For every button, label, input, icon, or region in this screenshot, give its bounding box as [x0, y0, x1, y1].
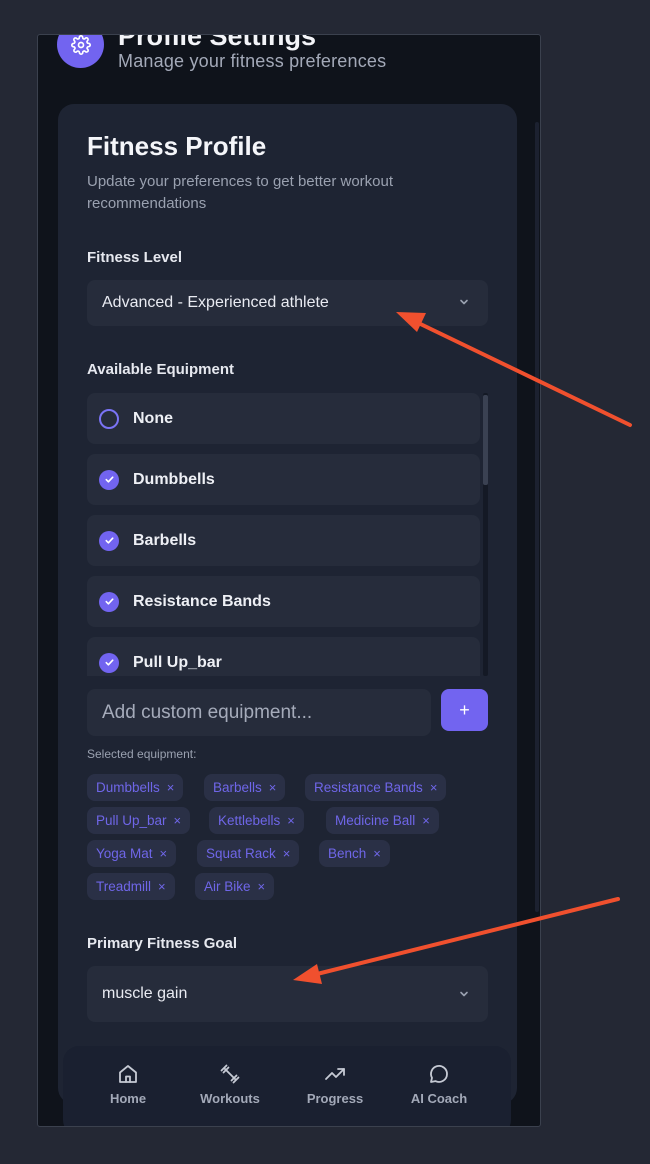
equipment-list: None Dumbbells Barbells Resistance Bands… — [87, 393, 491, 676]
equipment-tag[interactable]: Yoga Mat × — [87, 840, 177, 867]
nav-label: AI Coach — [410, 1091, 468, 1106]
remove-tag-icon[interactable]: × — [158, 879, 166, 894]
card-description: Update your preferences to get better wo… — [87, 173, 394, 212]
selected-equipment-label: Selected equipment: — [87, 747, 197, 761]
home-icon — [119, 1065, 137, 1083]
equipment-item-resistance-bands[interactable]: Resistance Bands — [87, 576, 480, 627]
tag-label: Pull Up_bar — [96, 813, 167, 828]
check-circle-icon — [99, 530, 119, 551]
goal-label: Primary Fitness Goal — [87, 935, 238, 952]
tag-label: Bench — [328, 846, 367, 861]
remove-tag-icon[interactable]: × — [167, 780, 175, 795]
chat-bubble-icon — [430, 1065, 448, 1083]
equipment-item-dumbbells[interactable]: Dumbbells — [87, 454, 480, 505]
nav-label: Progress — [306, 1091, 364, 1106]
tag-label: Treadmill — [96, 879, 152, 894]
goal-select[interactable]: muscle gain — [87, 966, 488, 1022]
trending-up-icon — [325, 1068, 345, 1080]
tag-label: Dumbbells — [96, 780, 160, 795]
remove-tag-icon[interactable]: × — [269, 780, 277, 795]
equipment-item-pull-up-bar[interactable]: Pull Up_bar — [87, 637, 480, 676]
fitness-level-label: Fitness Level — [87, 249, 183, 266]
tag-label: Air Bike — [204, 879, 251, 894]
dumbbell-icon — [220, 1064, 240, 1084]
gear-icon — [57, 35, 104, 68]
check-circle-icon — [99, 469, 119, 490]
tag-label: Yoga Mat — [96, 846, 153, 861]
equipment-item-none[interactable]: None — [87, 393, 480, 444]
equipment-item-label: Barbells — [133, 531, 197, 549]
equipment-tag[interactable]: Pull Up_bar × — [87, 807, 191, 834]
tag-label: Kettlebells — [218, 813, 281, 828]
remove-tag-icon[interactable]: × — [160, 846, 168, 861]
custom-equipment-input[interactable] — [87, 689, 431, 736]
nav-item-progress[interactable]: Progress — [290, 1062, 380, 1106]
equipment-item-label: Dumbbells — [133, 470, 215, 488]
fitness-level-value: Advanced - Experienced athlete — [102, 294, 329, 311]
fitness-profile-card: Fitness Profile Update your preferences … — [58, 104, 517, 1104]
equipment-list-scrollbar[interactable] — [483, 393, 488, 676]
equipment-item-label: Pull Up_bar — [133, 653, 222, 671]
chevron-down-icon — [460, 299, 468, 305]
tag-label: Squat Rack — [206, 846, 276, 861]
equipment-tag[interactable]: Air Bike × — [195, 873, 275, 900]
equipment-tag[interactable]: Dumbbells × — [87, 774, 184, 801]
equipment-tag[interactable]: Medicine Ball × — [326, 807, 439, 834]
check-circle-icon — [99, 652, 119, 673]
equipment-tag[interactable]: Barbells × — [204, 774, 286, 801]
equipment-tag[interactable]: Treadmill × — [87, 873, 175, 900]
equipment-item-label: None — [133, 409, 173, 427]
equipment-tag[interactable]: Kettlebells × — [209, 807, 304, 834]
unchecked-circle-icon — [99, 408, 119, 429]
chevron-down-icon — [460, 991, 468, 997]
equipment-tag[interactable]: Resistance Bands × — [305, 774, 447, 801]
remove-tag-icon[interactable]: × — [287, 813, 295, 828]
page-title: Profile Settings — [118, 34, 317, 51]
remove-tag-icon[interactable]: × — [174, 813, 182, 828]
bottom-navigation: Home Workouts Progress AI Coach — [63, 1046, 511, 1126]
scrollbar-thumb[interactable] — [483, 395, 488, 485]
nav-item-home[interactable]: Home — [83, 1062, 173, 1106]
equipment-tag[interactable]: Bench × — [319, 840, 390, 867]
remove-tag-icon[interactable]: × — [258, 879, 266, 894]
equipment-label: Available Equipment — [87, 361, 234, 378]
check-circle-icon — [99, 591, 119, 612]
remove-tag-icon[interactable]: × — [373, 846, 381, 861]
equipment-item-label: Resistance Bands — [133, 592, 271, 610]
app-window: Profile Settings Manage your fitness pre… — [37, 34, 541, 1127]
nav-label: Home — [109, 1091, 147, 1106]
page-scrollbar[interactable] — [535, 122, 539, 912]
nav-label: Workouts — [200, 1091, 260, 1106]
nav-item-workouts[interactable]: Workouts — [185, 1062, 275, 1106]
remove-tag-icon[interactable]: × — [283, 846, 291, 861]
equipment-item-barbells[interactable]: Barbells — [87, 515, 480, 566]
plus-icon: + — [459, 699, 470, 720]
page-subtitle: Manage your fitness preferences — [118, 51, 387, 71]
fitness-level-select[interactable]: Advanced - Experienced athlete — [87, 280, 488, 326]
tag-label: Barbells — [213, 780, 262, 795]
remove-tag-icon[interactable]: × — [422, 813, 430, 828]
add-equipment-button[interactable]: + — [441, 689, 488, 731]
tag-label: Resistance Bands — [314, 780, 423, 795]
remove-tag-icon[interactable]: × — [430, 780, 438, 795]
nav-item-ai-coach[interactable]: AI Coach — [394, 1062, 484, 1106]
equipment-tag[interactable]: Squat Rack × — [197, 840, 300, 867]
card-title: Fitness Profile — [87, 131, 267, 161]
tag-label: Medicine Ball — [335, 813, 416, 828]
goal-value: muscle gain — [102, 985, 188, 1002]
